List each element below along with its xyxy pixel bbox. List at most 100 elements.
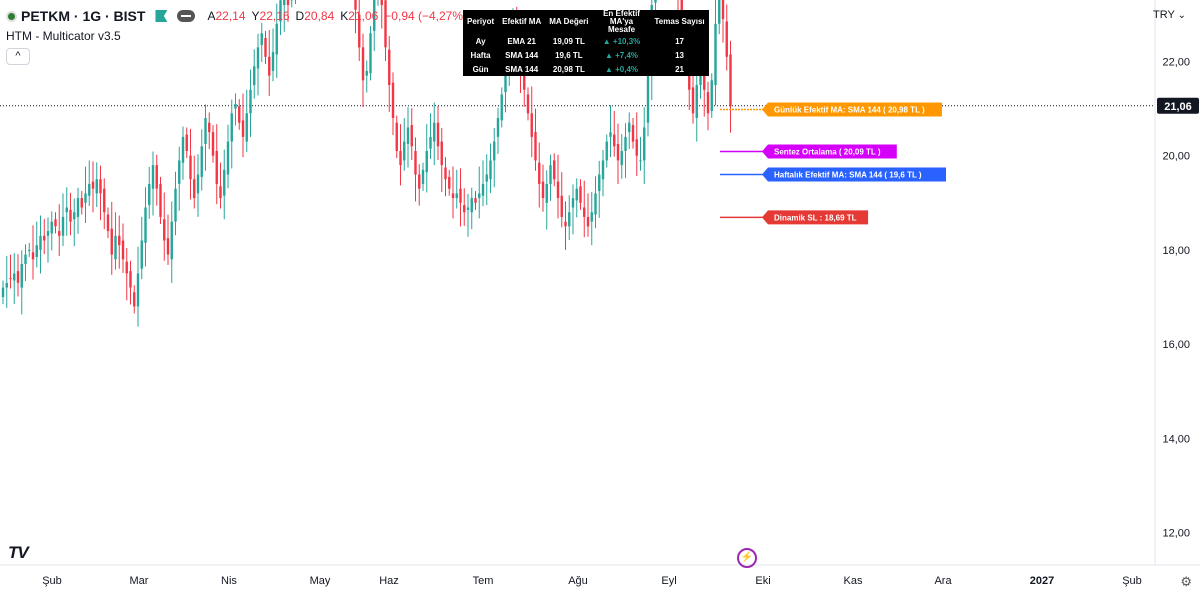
candle xyxy=(28,249,31,251)
candle xyxy=(489,160,492,180)
candle xyxy=(103,188,106,213)
candle xyxy=(260,33,263,46)
candle xyxy=(403,141,406,161)
table-cell: 21 xyxy=(675,64,685,74)
candle xyxy=(178,160,181,184)
candle xyxy=(249,89,252,114)
y-tick-label: 18,00 xyxy=(1162,245,1190,257)
table-cell: 19,09 TL xyxy=(552,36,585,46)
x-tick-label: Eyl xyxy=(661,575,676,587)
candle xyxy=(466,207,470,210)
candle xyxy=(241,120,245,137)
candle xyxy=(65,207,68,213)
table-cell: Ay xyxy=(475,36,486,46)
currency-select[interactable]: TRY xyxy=(1153,9,1186,21)
candle xyxy=(485,174,488,182)
collapse-chevron-icon[interactable]: ^ xyxy=(6,48,30,65)
candle xyxy=(406,127,410,144)
candle xyxy=(725,21,728,57)
candle xyxy=(31,252,35,260)
candle xyxy=(234,103,237,109)
last-price-label: 21,06 xyxy=(1164,101,1192,113)
candle xyxy=(215,150,218,184)
candle xyxy=(245,113,248,142)
candle xyxy=(545,183,548,203)
candle xyxy=(481,183,485,196)
price-chart[interactable]: 12,0014,0016,0018,0020,0022,0024,0026,00… xyxy=(0,0,1200,590)
candle xyxy=(226,141,230,175)
x-tick-label: Haz xyxy=(379,575,399,587)
candle xyxy=(399,150,402,166)
table-row: Gün SMA 144 20,98 TL ▲ +0,4% 21 xyxy=(463,62,709,76)
candle xyxy=(496,118,500,137)
candle xyxy=(433,122,436,142)
table-cell: ▲ +7,4% xyxy=(604,50,639,60)
indicator-title[interactable]: HTM - Multicator v3.5 xyxy=(6,29,121,43)
candle xyxy=(463,205,466,213)
x-tick-label: Ara xyxy=(934,575,952,587)
table-header: MA Değeri xyxy=(549,17,589,26)
candle xyxy=(609,132,612,137)
candle xyxy=(200,146,203,177)
candle xyxy=(448,176,451,189)
candle xyxy=(148,183,151,206)
candle xyxy=(695,85,698,119)
candle xyxy=(429,136,432,149)
candle xyxy=(264,37,267,57)
candle xyxy=(136,273,140,307)
candle xyxy=(553,160,556,180)
table-cell: Gün xyxy=(472,64,489,74)
candle xyxy=(541,181,545,199)
candle xyxy=(121,240,125,260)
candle xyxy=(9,278,12,280)
candle xyxy=(459,188,462,203)
candle xyxy=(391,82,395,119)
candle xyxy=(46,231,50,236)
tradingview-logo[interactable]: TV xyxy=(8,543,29,563)
table-cell: EMA 21 xyxy=(507,36,536,46)
x-tick-label: May xyxy=(310,575,331,587)
table-cell: ▲ +10,3% xyxy=(602,36,641,46)
candle xyxy=(84,193,87,203)
candle xyxy=(155,165,158,189)
candle xyxy=(185,134,188,151)
candle xyxy=(223,169,226,196)
candle xyxy=(534,132,537,161)
candle xyxy=(193,179,196,199)
table-header: En Efektif MA'ya Mesafe xyxy=(603,9,640,34)
candle xyxy=(575,188,578,201)
candle xyxy=(110,228,113,255)
x-tick-label: Ağu xyxy=(568,575,588,587)
symbol-title[interactable]: PETKM · 1G · BIST xyxy=(21,8,145,24)
candle xyxy=(16,271,20,283)
candle xyxy=(170,221,173,260)
candle xyxy=(219,186,222,199)
candle xyxy=(99,179,102,194)
high-value: 22,16 xyxy=(259,9,290,23)
gear-icon[interactable]: ⚙ xyxy=(1180,574,1192,590)
candle xyxy=(151,165,155,189)
symbol-logo-icon xyxy=(6,10,17,22)
candle xyxy=(43,235,46,241)
candle xyxy=(691,87,695,114)
table-header: Temas Sayısı xyxy=(654,17,705,26)
table-cell: SMA 144 xyxy=(505,50,539,60)
candle xyxy=(163,219,166,241)
x-tick-label: Şub xyxy=(42,575,62,587)
candle xyxy=(361,47,365,81)
candle xyxy=(159,183,162,217)
candle xyxy=(601,160,605,180)
candle xyxy=(271,52,275,71)
open-value: 22,14 xyxy=(215,9,246,23)
lightning-icon[interactable]: ⚡ xyxy=(737,548,757,568)
flag-icon[interactable] xyxy=(155,10,168,22)
candle xyxy=(196,174,200,194)
candle xyxy=(73,212,76,220)
minus-toggle-icon[interactable] xyxy=(177,10,196,22)
candle xyxy=(268,56,271,76)
candle xyxy=(380,0,383,5)
candle xyxy=(166,238,170,255)
candle xyxy=(646,70,650,123)
candle xyxy=(286,0,290,5)
candle xyxy=(474,198,477,203)
